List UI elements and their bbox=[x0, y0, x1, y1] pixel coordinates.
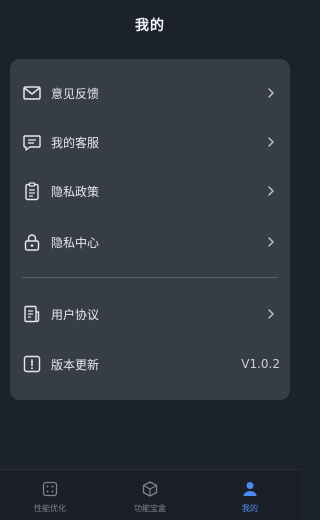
menu-item-customer-service[interactable]: 我的客服 bbox=[10, 122, 290, 162]
menu-item-label: 版本更新 bbox=[51, 357, 100, 372]
nav-tab-mine[interactable]: 我的 bbox=[200, 470, 300, 520]
version-number: V1.0.2 bbox=[241, 357, 280, 371]
menu-item-label: 隐私政策 bbox=[51, 184, 100, 199]
document-icon bbox=[24, 305, 40, 323]
menu-item-privacy-center[interactable]: 隐私中心 bbox=[10, 222, 290, 262]
bottom-nav: 性能优化 功能宝盒 我的 bbox=[0, 469, 300, 520]
clipboard-icon bbox=[25, 182, 39, 201]
menu-item-label: 意见反馈 bbox=[51, 86, 100, 101]
chevron-right-icon bbox=[268, 88, 274, 98]
menu-item-user-agreement[interactable]: 用户协议 bbox=[10, 294, 290, 334]
menu-card: 意见反馈 我的客服 隐私政策 隐私中心 用户协议 版本更新 V1.0.2 bbox=[10, 59, 290, 400]
header: 我的 bbox=[0, 0, 300, 50]
menu-item-label: 隐私中心 bbox=[51, 235, 100, 250]
nav-tab-label: 功能宝盒 bbox=[134, 504, 166, 513]
dice-icon bbox=[42, 481, 58, 497]
chat-icon bbox=[23, 135, 41, 151]
nav-tab-toolbox[interactable]: 功能宝盒 bbox=[100, 470, 200, 520]
menu-item-label: 我的客服 bbox=[51, 135, 100, 150]
chevron-right-icon bbox=[268, 237, 274, 247]
page-title: 我的 bbox=[135, 18, 165, 34]
menu-item-version-update[interactable]: 版本更新 V1.0.2 bbox=[10, 344, 290, 384]
chevron-right-icon bbox=[268, 137, 274, 147]
chevron-right-icon bbox=[268, 186, 274, 196]
menu-item-label: 用户协议 bbox=[51, 307, 100, 322]
nav-tab-label: 性能优化 bbox=[34, 504, 66, 513]
box-icon bbox=[142, 481, 158, 497]
mail-icon bbox=[23, 86, 41, 100]
divider bbox=[22, 277, 278, 278]
user-icon bbox=[243, 482, 257, 496]
alert-icon bbox=[23, 355, 41, 373]
nav-tab-label: 我的 bbox=[242, 504, 258, 513]
nav-tab-performance[interactable]: 性能优化 bbox=[0, 470, 100, 520]
menu-item-feedback[interactable]: 意见反馈 bbox=[10, 73, 290, 113]
lock-icon bbox=[24, 234, 40, 251]
chevron-right-icon bbox=[268, 309, 274, 319]
menu-item-privacy-policy[interactable]: 隐私政策 bbox=[10, 171, 290, 211]
